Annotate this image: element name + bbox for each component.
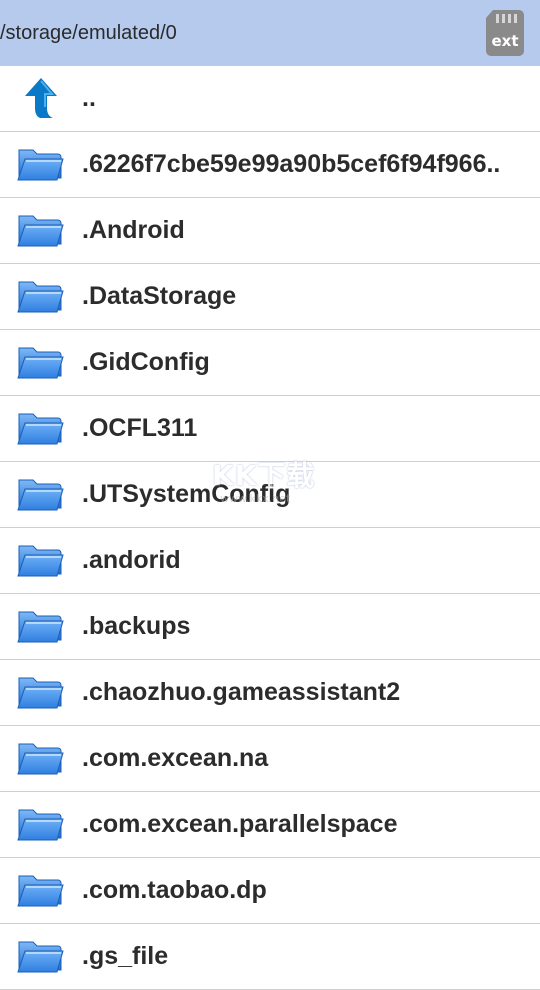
folder-icon — [16, 934, 66, 979]
folder-row[interactable]: .chaozhuo.gameassistant2 — [0, 660, 540, 726]
folder-icon — [16, 736, 66, 781]
folder-row[interactable]: .DataStorage — [0, 264, 540, 330]
folder-icon — [16, 406, 66, 451]
row-label: .com.taobao.dp — [82, 876, 267, 904]
folder-row[interactable]: .com.taobao.dp — [0, 858, 540, 924]
row-label: .backups — [82, 612, 191, 640]
ext-label: ext — [491, 32, 518, 50]
current-path: /storage/emulated/0 — [0, 22, 177, 44]
row-label: .com.excean.parallelspace — [82, 810, 398, 838]
folder-row[interactable]: .OCFL311 — [0, 396, 540, 462]
row-label: .andorid — [82, 546, 181, 574]
row-label: .6226f7cbe59e99a90b5cef6f94f966.. — [82, 150, 501, 178]
folder-icon — [16, 340, 66, 385]
up-arrow-icon — [16, 76, 66, 121]
row-label: .DataStorage — [82, 282, 237, 310]
folder-icon — [16, 868, 66, 913]
folder-icon — [16, 802, 66, 847]
folder-icon — [16, 142, 66, 187]
row-label: .GidConfig — [82, 348, 210, 376]
sd-card-ext-button[interactable]: ext — [484, 8, 526, 58]
folder-row[interactable]: .backups — [0, 594, 540, 660]
parent-directory-row[interactable]: .. — [0, 66, 540, 132]
folder-row[interactable]: .UTSystemConfig — [0, 462, 540, 528]
folder-icon — [16, 670, 66, 715]
folder-row[interactable]: .GidConfig — [0, 330, 540, 396]
folder-icon — [16, 538, 66, 583]
folder-row[interactable]: .gs_file — [0, 924, 540, 990]
folder-icon — [16, 472, 66, 517]
row-label: .. — [82, 84, 96, 112]
folder-row[interactable]: .com.excean.parallelspace — [0, 792, 540, 858]
folder-row[interactable]: .com.excean.na — [0, 726, 540, 792]
sd-card-icon: ext — [486, 10, 524, 56]
row-label: .Android — [82, 216, 185, 244]
row-label: .gs_file — [82, 942, 169, 970]
folder-row[interactable]: .Android — [0, 198, 540, 264]
row-label: .OCFL311 — [82, 414, 198, 442]
path-header: /storage/emulated/0 ext — [0, 0, 540, 66]
file-list: .. .6226f7cbe59e99a90b5cef6f94f966.. .An… — [0, 66, 540, 990]
folder-icon — [16, 604, 66, 649]
folder-icon — [16, 274, 66, 319]
row-label: .chaozhuo.gameassistant2 — [82, 678, 401, 706]
folder-row[interactable]: .andorid — [0, 528, 540, 594]
row-label: .com.excean.na — [82, 744, 269, 772]
folder-row[interactable]: .6226f7cbe59e99a90b5cef6f94f966.. — [0, 132, 540, 198]
folder-icon — [16, 208, 66, 253]
row-label: .UTSystemConfig — [82, 480, 291, 508]
